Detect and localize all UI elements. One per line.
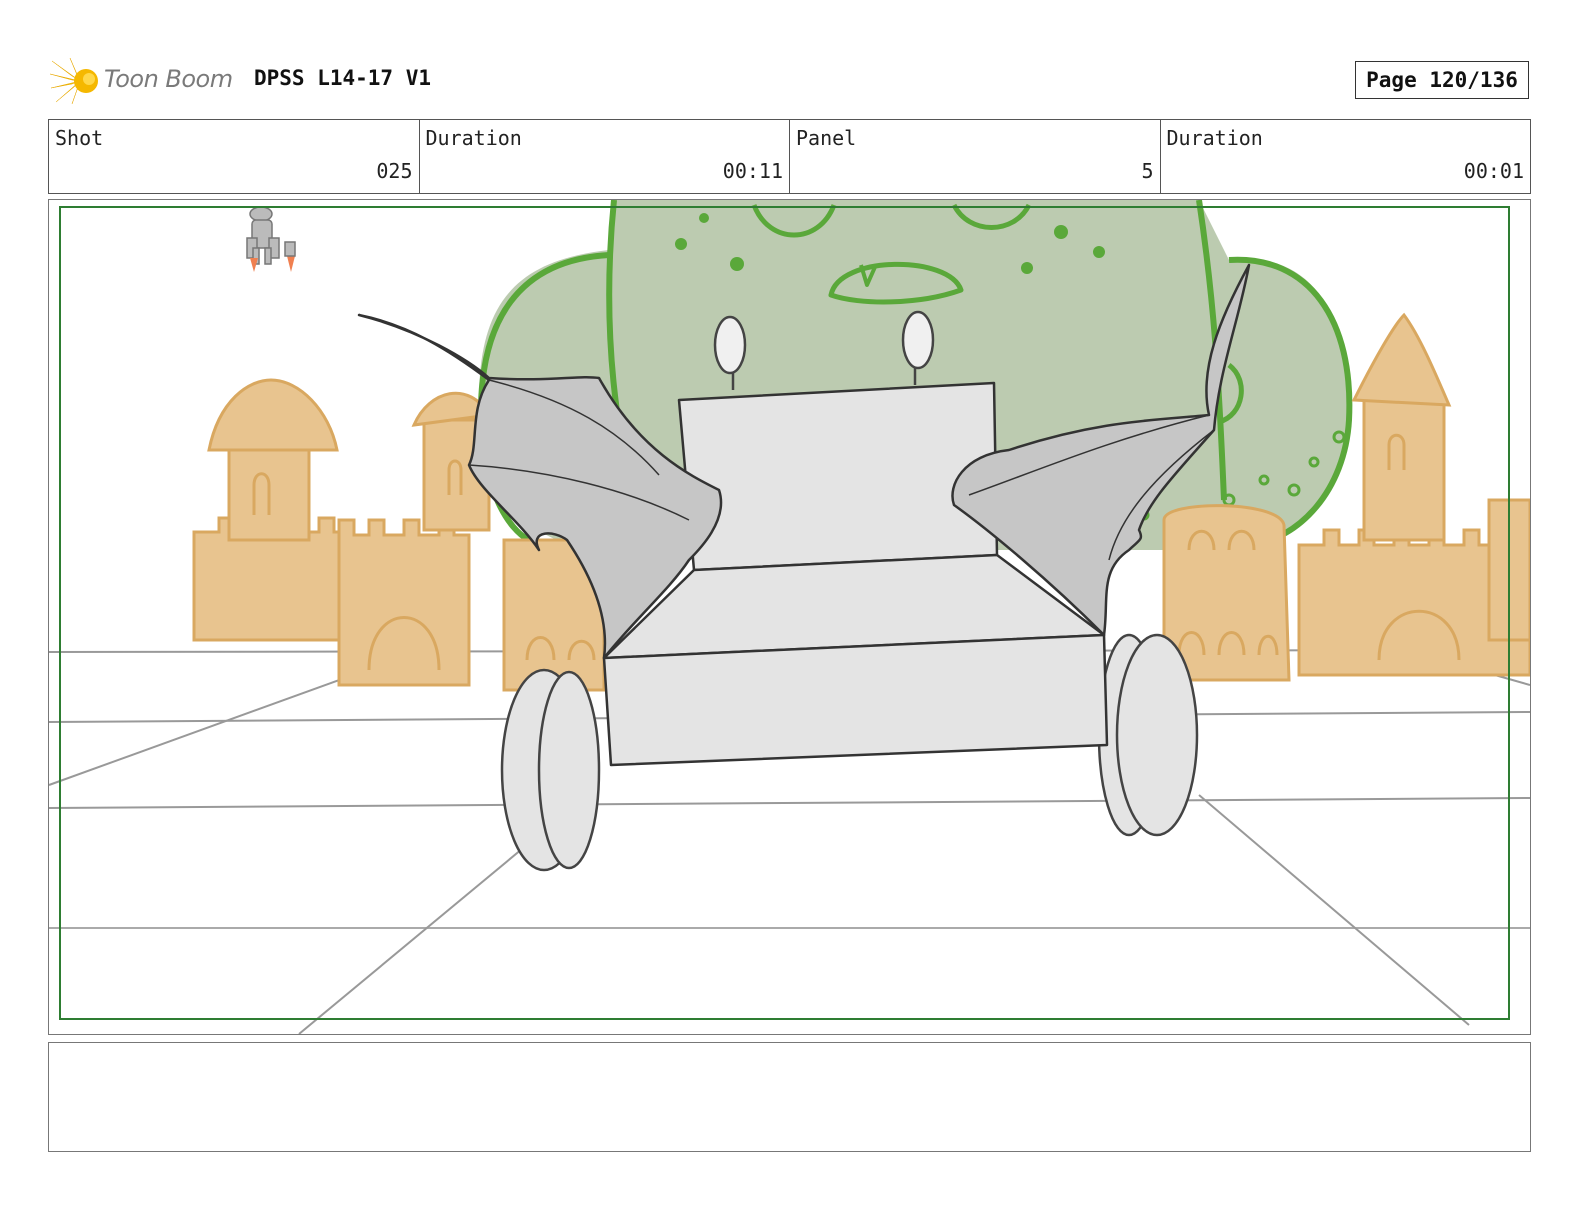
shot-info-bar: Shot 025 Duration 00:11 Panel 5 Duration… bbox=[48, 119, 1531, 194]
shot-value: 025 bbox=[376, 159, 413, 183]
panel-label: Panel bbox=[796, 126, 857, 150]
logo-text: Toon Boom bbox=[104, 65, 233, 93]
panel-cell: Panel 5 bbox=[790, 120, 1161, 193]
starburst-icon bbox=[50, 57, 98, 105]
shot-cell: Shot 025 bbox=[49, 120, 420, 193]
toon-boom-logo: Toon Boom bbox=[50, 56, 240, 106]
storyboard-panel bbox=[48, 199, 1531, 1035]
page-indicator: Page 120/136 bbox=[1355, 61, 1529, 99]
panel-value: 5 bbox=[1141, 159, 1154, 183]
panel-duration-value: 00:01 bbox=[1463, 159, 1524, 183]
panel-duration-cell: Duration 00:01 bbox=[1161, 120, 1531, 193]
panel-drawing bbox=[49, 200, 1530, 1034]
shot-duration-value: 00:11 bbox=[722, 159, 783, 183]
panel-notes bbox=[48, 1042, 1531, 1152]
shot-duration-label: Duration bbox=[425, 126, 522, 150]
jetpack-robot bbox=[246, 206, 296, 272]
shot-duration-cell: Duration 00:11 bbox=[420, 120, 790, 193]
panel-duration-label: Duration bbox=[1166, 126, 1263, 150]
shot-label: Shot bbox=[55, 126, 104, 150]
document-title: DPSS L14-17 V1 bbox=[254, 66, 432, 90]
